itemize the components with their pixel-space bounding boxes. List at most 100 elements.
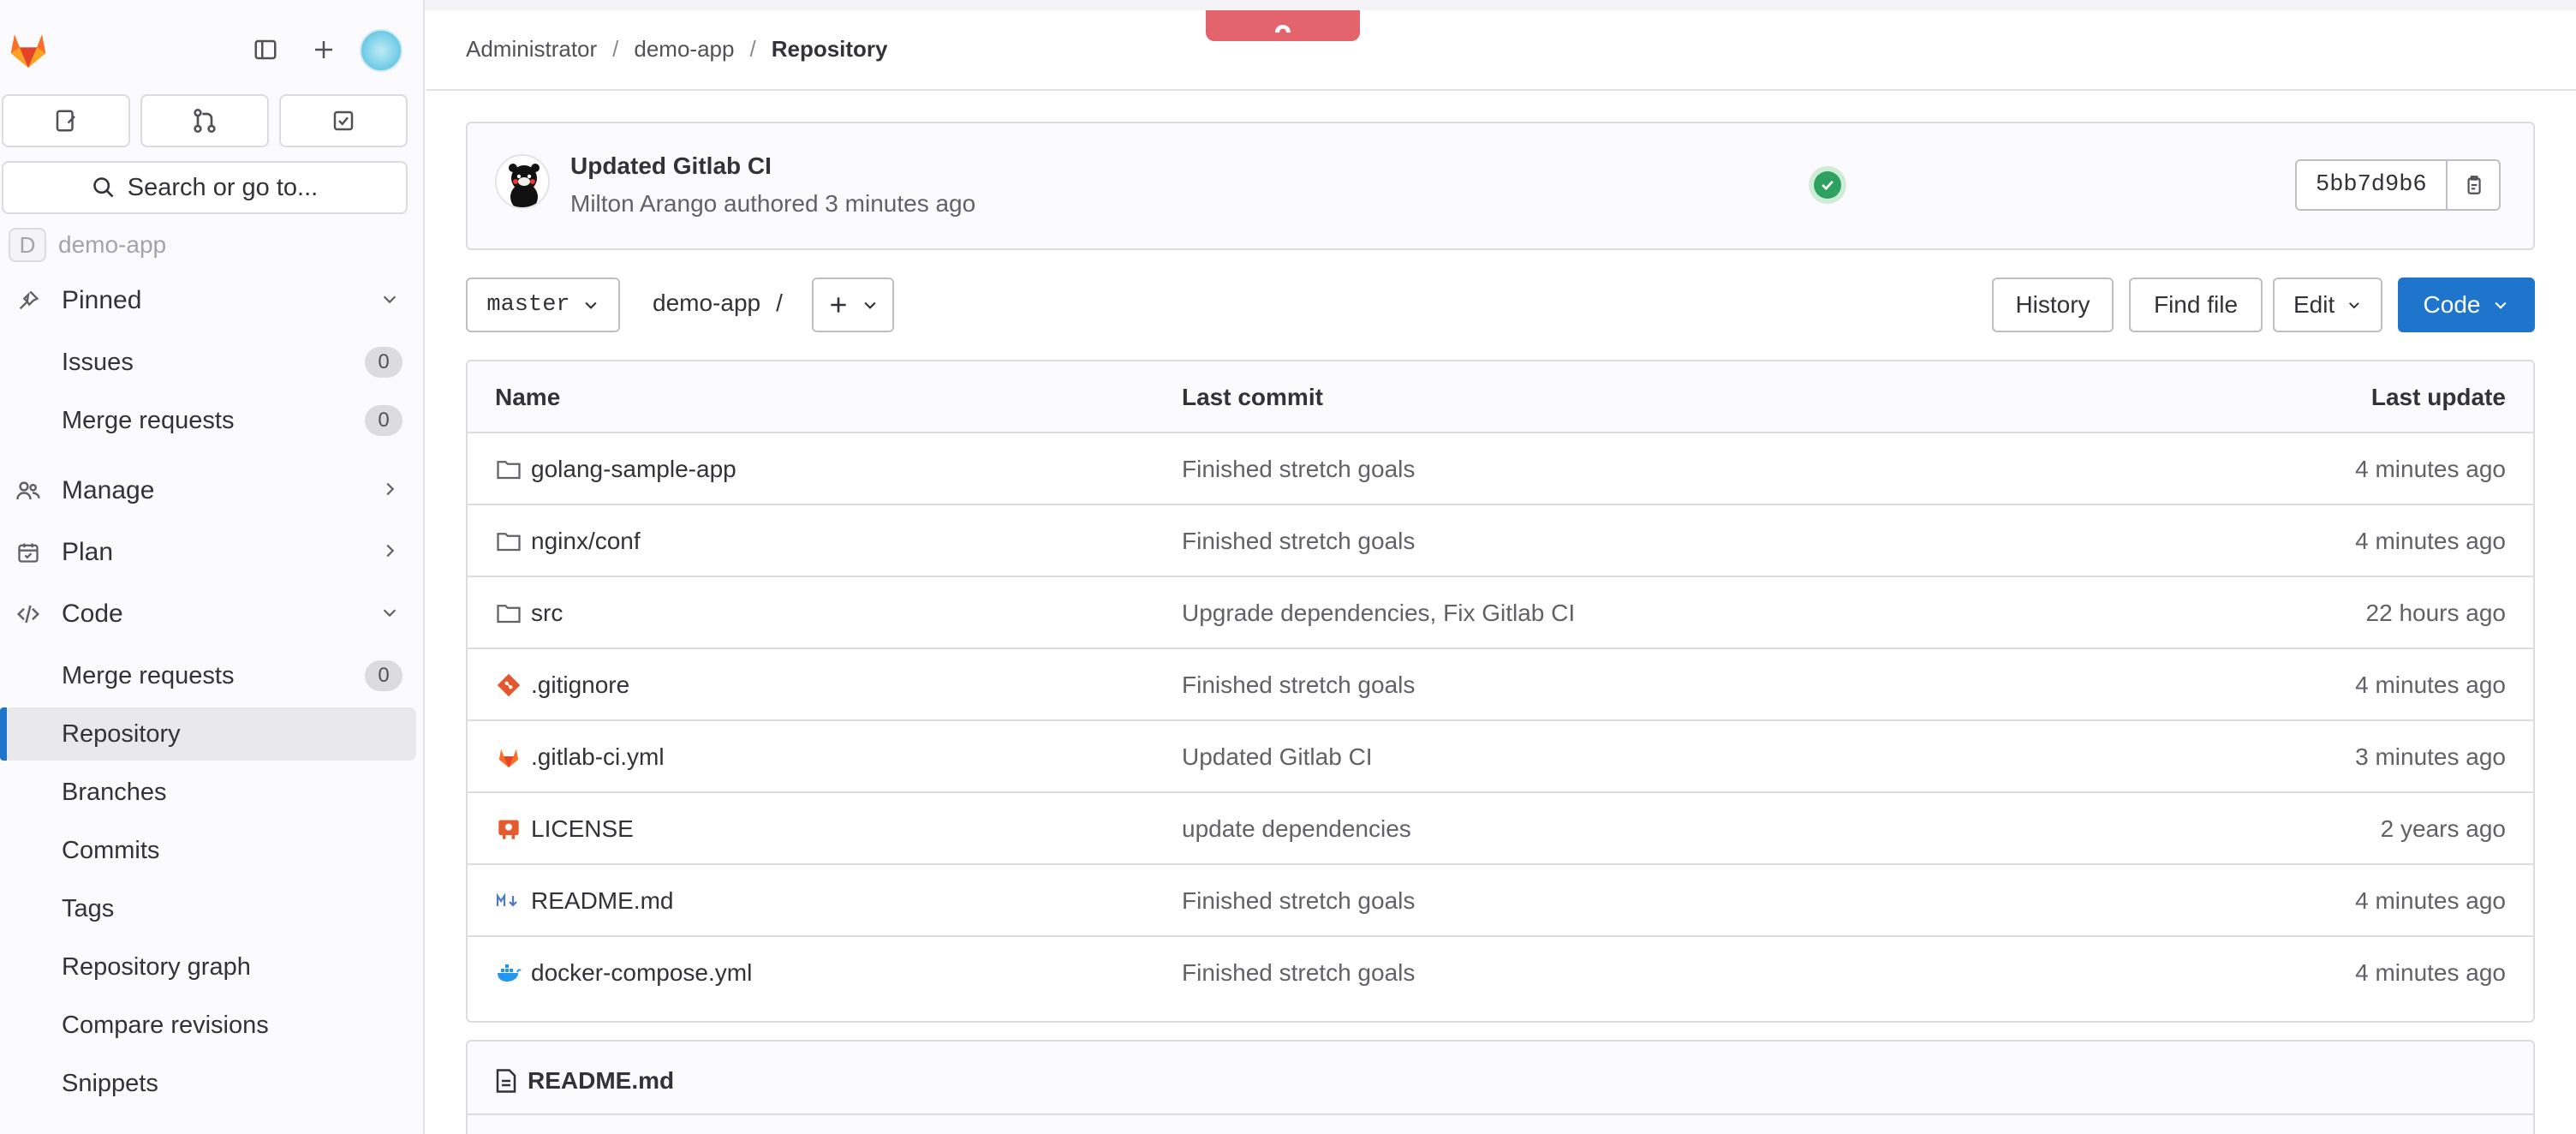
chevron-down-icon (2349, 302, 2359, 309)
project-name: demo-app (58, 231, 167, 258)
column-header-name: Name (495, 384, 561, 410)
table-row: .gitlab-ci.yml Updated Gitlab CI 3 minut… (468, 721, 2533, 793)
file-name: .gitignore (531, 671, 630, 698)
gitlab-logo-icon[interactable] (5, 26, 51, 72)
commit-message-link[interactable]: Finished stretch goals (1182, 505, 1415, 577)
sidebar-item-tags[interactable]: Tags (0, 882, 423, 935)
sidebar-item-repository[interactable]: Repository (0, 707, 416, 761)
edit-dropdown-button[interactable]: Edit (2273, 278, 2382, 332)
commit-message-link[interactable]: Upgrade dependencies, Fix Gitlab CI (1182, 577, 1575, 649)
sidebar-item-label: Issues (62, 348, 134, 376)
file-link[interactable]: src (495, 577, 563, 649)
header-divider (426, 89, 2576, 91)
breadcrumb-item-current[interactable]: Repository (772, 36, 888, 63)
path-root[interactable]: demo-app (653, 289, 760, 317)
document-icon (496, 1069, 516, 1093)
gitlab-icon (495, 743, 522, 771)
history-button[interactable]: History (1992, 278, 2114, 332)
sidebar-item-commits[interactable]: Commits (0, 824, 423, 877)
file-link[interactable]: LICENSE (495, 793, 634, 865)
sidebar-item-merge-requests[interactable]: Merge requests 0 (0, 649, 423, 702)
chevron-right-icon (380, 538, 399, 567)
commit-message-link[interactable]: Finished stretch goals (1182, 433, 1415, 505)
readme-panel: README.md (466, 1040, 2535, 1134)
chevron-down-icon (380, 600, 399, 629)
file-link[interactable]: docker-compose.yml (495, 937, 752, 1009)
calendar-icon (14, 538, 43, 567)
column-header-last-update: Last update (2370, 384, 2506, 410)
environment-indicator-tab[interactable] (1206, 10, 1360, 41)
file-link[interactable]: README.md (495, 865, 673, 937)
copy-sha-button[interactable] (2447, 159, 2501, 211)
folder-icon (495, 456, 522, 483)
sidebar-item-pinned-issues[interactable]: Issues 0 (0, 336, 423, 389)
sidebar-item-label: Tags (62, 894, 115, 922)
search-label: Search or go to... (127, 173, 319, 201)
plus-icon (831, 297, 846, 313)
plan-section-toggle[interactable]: Plan (0, 526, 423, 579)
edit-label: Edit (2293, 291, 2335, 318)
repository-path: demo-app / (653, 289, 783, 317)
last-update: 4 minutes ago (2355, 456, 2506, 482)
check-icon (1822, 180, 1834, 191)
file-name: README.md (531, 887, 674, 914)
commit-message-link[interactable]: Updated Gitlab CI (1182, 721, 1373, 793)
table-row: golang-sample-app Finished stretch goals… (468, 433, 2533, 505)
todos-shortcut-button[interactable] (279, 94, 408, 147)
find-file-label: Find file (2153, 291, 2239, 318)
code-section-toggle[interactable]: Code (0, 588, 423, 641)
pinned-section-toggle[interactable]: Pinned (0, 274, 423, 327)
commit-sha[interactable]: 5bb7d9b6 (2295, 159, 2448, 211)
file-link[interactable]: nginx/conf (495, 505, 641, 577)
commit-message-link[interactable]: update dependencies (1182, 793, 1411, 865)
breadcrumb: Administrator / demo-app / Repository (466, 36, 888, 63)
commit-author-avatar[interactable] (495, 154, 550, 209)
add-to-tree-dropdown[interactable] (812, 278, 894, 332)
commit-message-link[interactable]: Finished stretch goals (1182, 865, 1415, 937)
file-name: golang-sample-app (531, 456, 736, 482)
readme-header[interactable]: README.md (495, 1067, 674, 1095)
sidebar-item-branches[interactable]: Branches (0, 766, 423, 819)
file-link[interactable]: .gitlab-ci.yml (495, 721, 665, 793)
file-name: LICENSE (531, 815, 634, 842)
file-link[interactable]: .gitignore (495, 649, 629, 721)
chevron-down-icon (864, 301, 876, 309)
last-update: 4 minutes ago (2355, 887, 2506, 914)
chevron-down-icon (380, 286, 399, 315)
file-tree-table: Name Last commit Last update golang-samp… (466, 360, 2535, 1023)
copy-icon (2467, 176, 2481, 194)
table-row: docker-compose.yml Finished stretch goal… (468, 937, 2533, 1009)
breadcrumb-item-administrator[interactable]: Administrator (466, 36, 597, 63)
branch-selector[interactable]: master (466, 278, 620, 332)
sidebar-item-pinned-merge-requests[interactable]: Merge requests 0 (0, 394, 423, 447)
file-link[interactable]: golang-sample-app (495, 433, 736, 505)
find-file-button[interactable]: Find file (2129, 278, 2263, 332)
create-new-icon[interactable] (305, 31, 343, 69)
user-avatar[interactable] (360, 29, 402, 72)
issues-shortcut-button[interactable] (2, 94, 130, 147)
manage-label: Manage (62, 476, 155, 504)
chevron-right-icon (380, 476, 399, 505)
table-row: nginx/conf Finished stretch goals 4 minu… (468, 505, 2533, 577)
sidebar-item-label: Commits (62, 836, 160, 864)
sidebar-item-repository-graph[interactable]: Repository graph (0, 940, 423, 994)
column-header-last-commit: Last commit (1182, 384, 1323, 410)
sidebar-item-snippets[interactable]: Snippets (0, 1057, 423, 1110)
sidebar: Search or go to... D demo-app Pinned Iss… (0, 0, 425, 1134)
commit-message-link[interactable]: Finished stretch goals (1182, 649, 1415, 721)
manage-section-toggle[interactable]: Manage (0, 464, 423, 517)
project-context[interactable]: D demo-app (9, 228, 166, 262)
file-name: docker-compose.yml (531, 959, 753, 986)
pipeline-status-badge[interactable] (1809, 166, 1846, 204)
search-button[interactable]: Search or go to... (2, 161, 408, 214)
breadcrumb-item-project[interactable]: demo-app (634, 36, 734, 63)
sidebar-item-compare-revisions[interactable]: Compare revisions (0, 999, 423, 1052)
commit-title[interactable]: Updated Gitlab CI (570, 152, 772, 180)
code-dropdown-button[interactable]: Code (2398, 278, 2535, 332)
merge-requests-shortcut-button[interactable] (140, 94, 269, 147)
commit-message-link[interactable]: Finished stretch goals (1182, 937, 1415, 1009)
last-update: 3 minutes ago (2355, 743, 2506, 770)
breadcrumb-separator: / (612, 36, 619, 62)
toggle-sidebar-icon[interactable] (247, 31, 284, 69)
last-update: 4 minutes ago (2355, 528, 2506, 554)
